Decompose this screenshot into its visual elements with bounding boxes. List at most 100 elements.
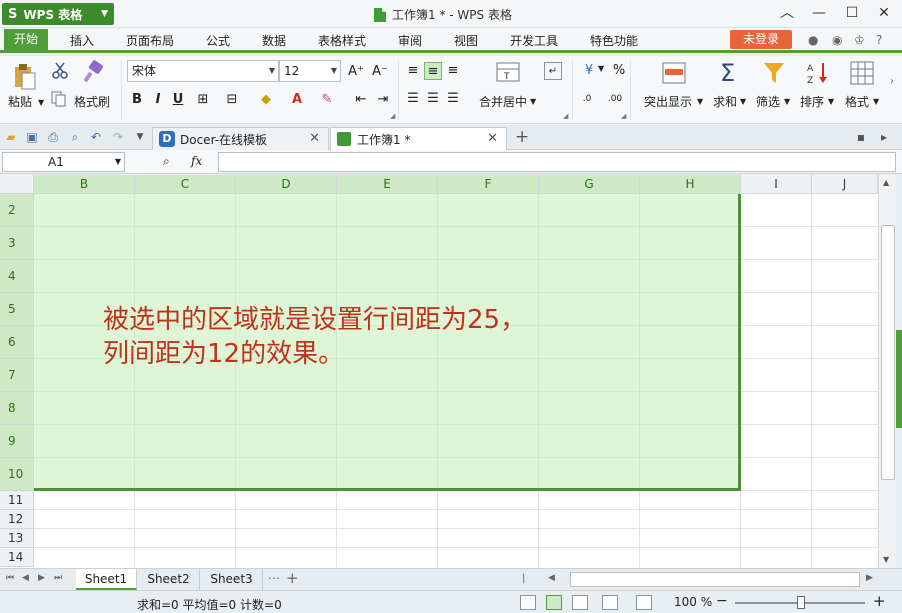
align-right-icon[interactable]: ☰ [444, 90, 462, 108]
alignment-dialog-launcher-icon[interactable]: ◢ [563, 112, 568, 120]
help-icon[interactable]: ? [876, 33, 882, 47]
scroll-thumb[interactable] [881, 225, 895, 480]
paste-icon[interactable] [10, 60, 40, 94]
login-button[interactable]: 未登录 [730, 30, 792, 49]
sort-dropdown-icon[interactable]: ▼ [828, 97, 834, 106]
tab-data[interactable]: 数据 [262, 32, 286, 49]
font-dialog-launcher-icon[interactable]: ◢ [390, 112, 395, 120]
underline-icon[interactable]: U [169, 91, 187, 109]
close-tab-icon[interactable]: ✕ [309, 131, 320, 146]
tab-page-layout[interactable]: 页面布局 [126, 32, 174, 49]
horizontal-scroll-thumb[interactable] [570, 572, 860, 587]
wrap-text-icon[interactable]: ↵ [544, 62, 562, 80]
format-button[interactable]: 格式 [845, 93, 869, 110]
merge-center-icon[interactable]: T [496, 60, 520, 84]
indent-decrease-icon[interactable]: ⇤ [352, 91, 370, 109]
currency-icon[interactable]: ¥ [580, 62, 598, 80]
align-middle-icon[interactable]: ≡ [424, 62, 442, 80]
save-icon[interactable]: ▣ [25, 130, 39, 144]
align-top-icon[interactable]: ≡ [404, 62, 422, 80]
paste-button[interactable]: 粘贴 [8, 93, 32, 110]
tab-home[interactable]: 开始 [4, 29, 49, 50]
conditional-format-icon[interactable] [662, 62, 686, 84]
currency-dropdown-icon[interactable]: ▼ [598, 64, 604, 73]
row-header[interactable]: 4 [0, 260, 34, 293]
percent-icon[interactable]: % [610, 62, 628, 80]
row-header[interactable]: 3 [0, 227, 34, 260]
sum-dropdown-icon[interactable]: ▼ [740, 97, 746, 106]
sum-button[interactable]: 求和 [713, 93, 737, 110]
close-button[interactable]: ✕ [870, 3, 898, 23]
column-header[interactable]: I [741, 175, 812, 194]
function-icon[interactable]: fx [191, 154, 202, 168]
shirt-icon[interactable]: ♔ [854, 33, 865, 47]
tab-options-icon[interactable]: ▸ [877, 130, 891, 144]
row-header[interactable]: 8 [0, 392, 34, 425]
scroll-up-icon[interactable]: ▲ [883, 178, 889, 187]
zoom-find-icon[interactable]: ⌕ [163, 154, 170, 169]
sum-icon[interactable]: Σ [720, 59, 735, 87]
font-color-icon[interactable]: A [288, 91, 306, 109]
tab-special-features[interactable]: 特色功能 [590, 32, 638, 49]
maximize-button[interactable]: ☐ [838, 3, 866, 23]
merge-center-button[interactable]: 合并居中 [479, 93, 527, 110]
tab-list-icon[interactable]: ▪ [854, 130, 868, 144]
close-tab-icon[interactable]: ✕ [487, 131, 498, 146]
row-header[interactable]: 5 [0, 293, 34, 326]
name-box[interactable]: A1 ▼ [2, 152, 125, 172]
formula-input[interactable] [218, 152, 896, 172]
fill-color-icon[interactable]: ◆ [257, 91, 275, 109]
row-header[interactable]: 10 [0, 458, 34, 491]
reading-mode-icon[interactable] [636, 595, 652, 610]
zoom-level[interactable]: 100 % [674, 595, 712, 609]
align-center-icon[interactable]: ☰ [424, 90, 442, 108]
sheet-tab-sheet1[interactable]: Sheet1 [76, 569, 137, 590]
undo-icon[interactable]: ↶ [89, 130, 103, 144]
tab-developer[interactable]: 开发工具 [510, 32, 558, 49]
increase-font-icon[interactable]: A⁺ [347, 63, 365, 81]
filter-button[interactable]: 筛选 [756, 93, 780, 110]
row-header[interactable]: 7 [0, 359, 34, 392]
ribbon-scroll-right-icon[interactable]: › [890, 76, 894, 87]
tab-insert[interactable]: 插入 [70, 32, 94, 49]
column-header[interactable]: C [135, 175, 236, 194]
font-name-select[interactable]: 宋体 ▼ [127, 60, 279, 82]
new-tab-icon[interactable]: + [515, 129, 529, 146]
italic-icon[interactable]: I [149, 91, 167, 109]
tab-review[interactable]: 审阅 [398, 32, 422, 49]
cell-style-icon[interactable]: ⊟ [223, 91, 241, 109]
column-header[interactable]: B [34, 175, 135, 194]
row-header[interactable]: 2 [0, 194, 34, 227]
quick-access-dropdown-icon[interactable]: ▼ [133, 130, 147, 144]
paste-dropdown-icon[interactable]: ▼ [38, 98, 44, 107]
format-icon[interactable] [850, 61, 874, 85]
zoom-slider-knob[interactable] [797, 596, 805, 609]
conditional-dropdown-icon[interactable]: ▼ [697, 97, 703, 106]
print-preview-icon[interactable]: ⌕ [68, 130, 82, 144]
open-folder-icon[interactable]: ▰ [4, 130, 18, 144]
align-bottom-icon[interactable]: ≡ [444, 62, 462, 80]
borders-icon[interactable]: ⊞ [194, 91, 212, 109]
sort-button[interactable]: 排序 [800, 93, 824, 110]
zoom-in-icon[interactable]: + [873, 592, 886, 610]
tab-workbook1[interactable]: 工作簿1 * ✕ [330, 127, 507, 150]
row-header[interactable]: 14 [0, 548, 34, 567]
format-painter-button[interactable]: 格式刷 [74, 93, 110, 110]
bold-icon[interactable]: B [128, 91, 146, 109]
scroll-right-icon[interactable]: ▶ [866, 573, 873, 583]
tab-formulas[interactable]: 公式 [206, 32, 230, 49]
page-break-view-icon[interactable] [572, 595, 588, 610]
row-header[interactable]: 13 [0, 529, 34, 548]
format-painter-icon[interactable] [82, 60, 106, 84]
decrease-decimal-icon[interactable]: .00 [606, 90, 624, 108]
tab-docer-templates[interactable]: D Docer-在线模板 ✕ [152, 127, 329, 150]
conditional-format-button[interactable]: 突出显示 [644, 93, 692, 110]
app-menu-button[interactable]: S WPS 表格 ▼ [2, 3, 114, 25]
scroll-down-icon[interactable]: ▼ [883, 555, 889, 564]
sheet-tab-sheet2[interactable]: Sheet2 [138, 569, 200, 590]
align-left-icon[interactable]: ☰ [404, 90, 422, 108]
select-all-corner[interactable] [0, 175, 34, 194]
font-size-select[interactable]: 12 ▼ [279, 60, 341, 82]
prev-sheet-icon[interactable]: ◀ [22, 573, 29, 583]
vertical-scrollbar[interactable]: ▲ ▼ [878, 175, 896, 568]
